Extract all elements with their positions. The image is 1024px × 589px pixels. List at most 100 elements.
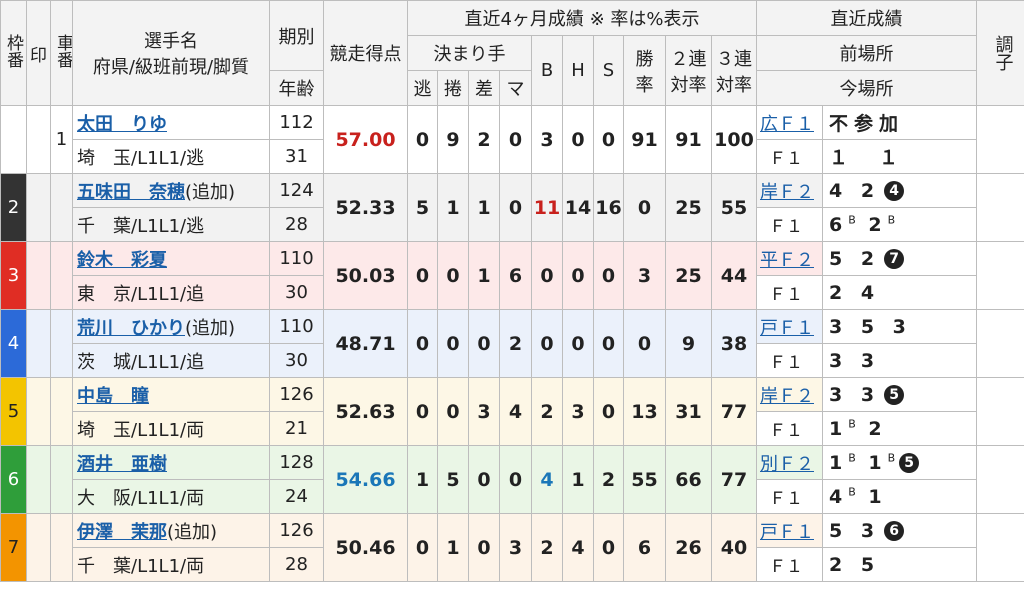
mark-cell[interactable]: [26, 513, 51, 582]
header-s: S: [593, 35, 624, 106]
mark-cell[interactable]: [26, 105, 51, 174]
header-rider-name: 選手名 府県/級班前現/脚質: [72, 0, 270, 106]
header-age: 年齢: [269, 70, 324, 106]
prev-result: 5 27: [822, 241, 977, 276]
b-count: 0: [531, 309, 563, 378]
term: 126: [269, 377, 324, 412]
table-row: 3 鈴木 彩夏 110 50.03 0 0 1 6 0 0 0 3 25 44 …: [0, 241, 1024, 310]
race-entry-table: 枠番 印 車番 選手名 府県/級班前現/脚質 期別 競走得点 直近4ヶ月成績 ※…: [0, 0, 1024, 582]
ren3-rate: 44: [711, 241, 757, 310]
prev-venue-link[interactable]: 平Ｆ２: [760, 250, 814, 271]
ren2-rate: 25: [665, 241, 712, 310]
mark-cell[interactable]: [26, 445, 51, 514]
b-count: 2: [531, 513, 563, 582]
waku-number: 6: [0, 445, 27, 514]
mark-cell[interactable]: [26, 377, 51, 446]
b-count: 2: [531, 377, 563, 446]
race-score: 52.33: [323, 173, 408, 242]
car-number: [50, 173, 73, 242]
win-rate: 55: [623, 445, 666, 514]
circled-rank-icon: 4: [884, 181, 905, 201]
age: 31: [269, 139, 324, 174]
table-row: 6 酒井 亜樹 128 54.66 1 5 0 0 4 1 2 55 66 77…: [0, 445, 1024, 514]
prev-venue-link[interactable]: 岸Ｆ２: [760, 386, 814, 407]
rider-name-cell: 中島 瞳: [72, 377, 270, 412]
rider-name-link[interactable]: 酒井 亜樹: [77, 454, 167, 475]
table-row: 4 荒川 ひかり(追加) 110 48.71 0 0 0 2 0 0 0 0 9…: [0, 309, 1024, 378]
prev-venue-cell: 戸Ｆ１: [756, 513, 823, 548]
prev-result: 4 24: [822, 173, 977, 208]
h-count: 4: [562, 513, 594, 582]
rider-name-link[interactable]: 太田 りゆ: [77, 114, 167, 135]
term: 126: [269, 513, 324, 548]
waku-number: 3: [0, 241, 27, 310]
prev-venue-link[interactable]: 広Ｆ１: [760, 114, 814, 135]
ren2-rate: 91: [665, 105, 712, 174]
cur-result: 6B 2B: [822, 207, 977, 242]
mark-cell[interactable]: [26, 309, 51, 378]
age: 21: [269, 411, 324, 446]
sashi-count: 1: [468, 173, 500, 242]
header-ma: マ: [499, 70, 532, 106]
nige-count: 0: [407, 377, 438, 446]
ren3-rate: 40: [711, 513, 757, 582]
rider-name-link[interactable]: 五味田 奈穂: [77, 182, 185, 203]
circled-rank-icon: 6: [884, 521, 905, 541]
rider-suffix: (追加): [185, 317, 236, 339]
race-score: 48.71: [323, 309, 408, 378]
s-count: 16: [593, 173, 624, 242]
rider-name-cell: 荒川 ひかり(追加): [72, 309, 270, 344]
cur-result: 2 4: [822, 275, 977, 310]
rider-name-link[interactable]: 伊澤 茉那: [77, 522, 167, 543]
nige-count: 1: [407, 445, 438, 514]
cur-result: 1B 2: [822, 411, 977, 446]
sashi-count: 2: [468, 105, 500, 174]
header-recent-results: 直近成績: [756, 0, 977, 36]
condition-cell: [976, 309, 1024, 378]
prev-venue-link[interactable]: 岸Ｆ２: [760, 182, 814, 203]
prev-result-values: 1B 1B: [829, 451, 896, 474]
waku-number: 5: [0, 377, 27, 446]
rider-name-link[interactable]: 中島 瞳: [77, 386, 149, 407]
nige-count: 0: [407, 105, 438, 174]
header-mark: 印: [26, 0, 51, 106]
h-count: 0: [562, 309, 594, 378]
circled-rank-icon: 7: [884, 249, 905, 269]
cur-result-values: 4B 1: [829, 485, 888, 508]
s-count: 0: [593, 513, 624, 582]
header-3ren-rate: ３連 対率: [711, 35, 757, 106]
prev-venue-link[interactable]: 別Ｆ２: [760, 454, 814, 475]
ren3-rate: 100: [711, 105, 757, 174]
makuri-count: 1: [437, 513, 469, 582]
prev-venue-cell: 岸Ｆ２: [756, 173, 823, 208]
prev-venue-link[interactable]: 戸Ｆ１: [760, 318, 814, 339]
circled-rank-icon: 5: [899, 453, 920, 474]
header-term: 期別: [269, 0, 324, 71]
age: 30: [269, 275, 324, 310]
rider-name-cell: 五味田 奈穂(追加): [72, 173, 270, 208]
rider-name-link[interactable]: 荒川 ひかり: [77, 318, 185, 339]
mark-cell[interactable]: [26, 241, 51, 310]
prev-venue-cell: 別Ｆ２: [756, 445, 823, 480]
prev-venue-link[interactable]: 戸Ｆ１: [760, 522, 814, 543]
nige-count: 0: [407, 513, 438, 582]
rider-name-link[interactable]: 鈴木 彩夏: [77, 250, 167, 271]
s-count: 2: [593, 445, 624, 514]
mark-cell[interactable]: [26, 173, 51, 242]
car-number: [50, 445, 73, 514]
table-row: 5 中島 瞳 126 52.63 0 0 3 4 2 3 0 13 31 77 …: [0, 377, 1024, 446]
cur-result: 4B 1: [822, 479, 977, 514]
header-prev-venue: 前場所: [756, 35, 977, 71]
s-count: 0: [593, 377, 624, 446]
condition-cell: [976, 105, 1024, 174]
nige-count: 0: [407, 241, 438, 310]
rider-pref: 千 葉/L1L1/逃: [72, 207, 270, 242]
ren3-rate: 77: [711, 445, 757, 514]
car-number: [50, 377, 73, 446]
sashi-count: 0: [468, 309, 500, 378]
ren2-rate: 31: [665, 377, 712, 446]
s-count: 0: [593, 105, 624, 174]
car-number: [50, 513, 73, 582]
prev-venue-cell: 広Ｆ１: [756, 105, 823, 140]
ren2-rate: 25: [665, 173, 712, 242]
